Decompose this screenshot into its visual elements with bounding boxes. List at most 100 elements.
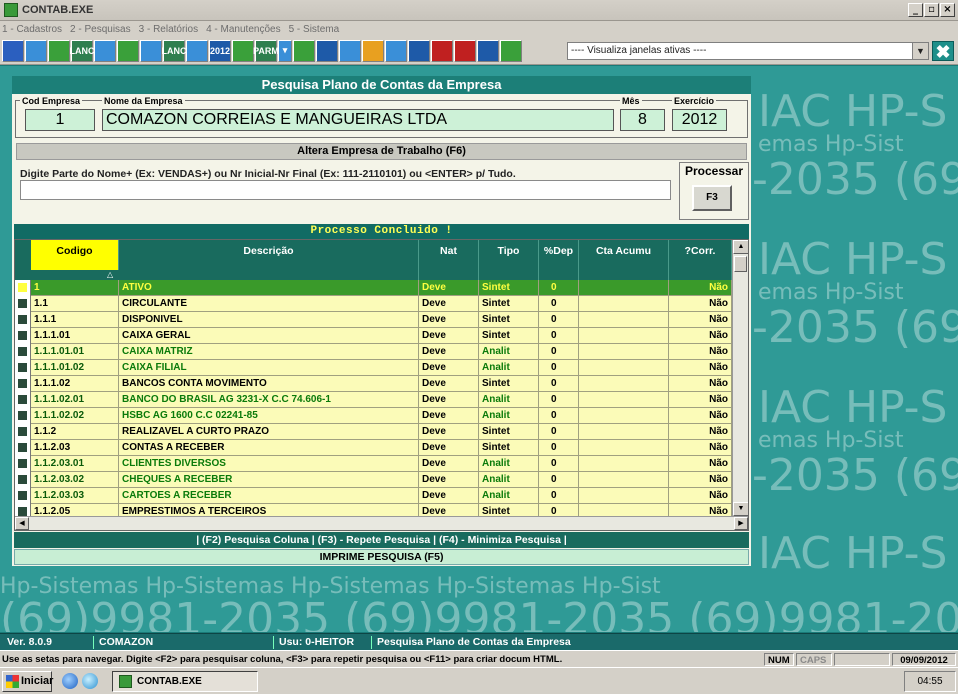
maximize-button[interactable]: ▫ [924, 3, 939, 17]
row-indicator[interactable] [15, 440, 31, 456]
row-indicator[interactable] [15, 328, 31, 344]
cell-corr: Não [669, 376, 732, 392]
column-nat[interactable]: Nat [419, 240, 479, 280]
edit-icon[interactable] [232, 39, 254, 62]
menu-relatorios[interactable]: 3 - Relatórios [139, 24, 198, 35]
start-button[interactable]: Iniciar [2, 671, 53, 692]
table-row[interactable]: 1.1.1.01 CAIXA GERAL Deve Sintet 0 Não [15, 328, 732, 344]
chevron-down-icon[interactable]: ▼ [912, 43, 928, 59]
chart-icon[interactable] [186, 39, 208, 62]
menu-cadastros[interactable]: 1 - Cadastros [2, 24, 62, 35]
cell-descricao: CIRCULANTE [119, 296, 419, 312]
monitor-icon[interactable] [385, 39, 407, 62]
menu-pesquisas[interactable]: 2 - Pesquisas [70, 24, 131, 35]
table-row[interactable]: 1.1.2.03 CONTAS A RECEBER Deve Sintet 0 Não [15, 440, 732, 456]
list-icon[interactable] [431, 39, 453, 62]
processar-button[interactable]: F3 [692, 185, 732, 211]
lanc2-icon[interactable]: LANC [162, 39, 187, 62]
scroll-up-icon[interactable]: ▲ [733, 240, 748, 254]
close-button[interactable]: × [940, 3, 955, 17]
menu-manutencoes[interactable]: 4 - Manutenções [206, 24, 281, 35]
active-windows-select[interactable]: ---- Visualiza janelas ativas ---- ▼ [567, 42, 929, 60]
row-indicator[interactable] [15, 280, 31, 296]
table-row[interactable]: 1.1.2.03.01 CLIENTES DIVERSOS Deve Analit 0 N… [15, 456, 732, 472]
vertical-scrollbar[interactable]: ▲ ▼ [732, 240, 748, 516]
column-dep[interactable]: %Dep [539, 240, 579, 280]
altera-empresa-button[interactable]: Altera Empresa de Trabalho (F6) [16, 143, 747, 160]
lanc-icon[interactable]: LANC [70, 39, 95, 62]
users-icon[interactable] [293, 39, 315, 62]
column-codigo[interactable]: Codigo [31, 240, 119, 270]
horizontal-scrollbar[interactable]: ◀ ▶ [15, 516, 748, 530]
browser-icon[interactable] [82, 673, 98, 689]
table-row[interactable]: 1.1.2 REALIZAVEL A CURTO PRAZO Deve Sintet 0… [15, 424, 732, 440]
nome-empresa-field[interactable]: COMAZON CORREIAS E MANGUEIRAS LTDA [102, 109, 614, 131]
close-all-icon[interactable]: ✖ [932, 41, 954, 62]
table-row[interactable]: 1.1.1.01.02 CAIXA FILIAL Deve Analit 0 Não [15, 360, 732, 376]
window-icon[interactable] [316, 39, 338, 62]
table-row[interactable]: 1.1.2.03.02 CHEQUES A RECEBER Deve Analit 0 N… [15, 472, 732, 488]
taskbar-contab[interactable]: CONTAB.EXE [112, 671, 258, 692]
row-indicator[interactable] [15, 376, 31, 392]
column-cta-acumu[interactable]: Cta Acumu [579, 240, 669, 280]
row-indicator[interactable] [15, 488, 31, 504]
scroll-down-icon[interactable]: ▼ [733, 502, 748, 516]
scroll-left-icon[interactable]: ◀ [15, 517, 29, 530]
cell-tipo: Analit [479, 408, 539, 424]
table-row[interactable]: 1.1.1.01.01 CAIXA MATRIZ Deve Analit 0 Não [15, 344, 732, 360]
cell-descricao: CONTAS A RECEBER [119, 440, 419, 456]
mes-field[interactable]: 8 [620, 109, 665, 131]
tools-icon[interactable] [48, 39, 70, 62]
table-row[interactable]: 1 ATIVO Deve Sintet 0 Não [15, 280, 732, 296]
num-lock-indicator: NUM [764, 653, 794, 666]
cell-nat: Deve [419, 392, 479, 408]
table-row[interactable]: 1.1.1.02.02 HSBC AG 1600 C.C 02241-85 Deve… [15, 408, 732, 424]
search-icon[interactable] [94, 39, 116, 62]
cod-empresa-field[interactable]: 1 [25, 109, 95, 131]
table-row[interactable]: 1.1.1 DISPONIVEL Deve Sintet 0 Não [15, 312, 732, 328]
minimize-button[interactable]: _ [908, 3, 923, 17]
clock: 04:55 [904, 671, 956, 692]
book-icon[interactable] [2, 39, 24, 62]
report-icon[interactable] [117, 39, 139, 62]
network-icon[interactable] [500, 39, 522, 62]
scroll-thumb[interactable] [734, 256, 747, 272]
download-icon[interactable] [454, 39, 476, 62]
table-row[interactable]: 1.1.1.02 BANCOS CONTA MOVIMENTO Deve Sintet… [15, 376, 732, 392]
table-row[interactable]: 1.1.1.02.01 BANCO DO BRASIL AG 3231-X C.C… [15, 392, 732, 408]
menu-sistema[interactable]: 5 - Sistema [289, 24, 340, 35]
lock-icon[interactable] [362, 39, 384, 62]
minimize-icon[interactable] [477, 39, 499, 62]
search-input[interactable] [20, 180, 671, 200]
user-icon[interactable] [25, 39, 47, 62]
calculator-icon[interactable] [339, 39, 361, 62]
company-label: COMAZON [96, 636, 274, 649]
row-indicator[interactable] [15, 344, 31, 360]
row-indicator[interactable] [15, 312, 31, 328]
parm-icon[interactable]: PARM [253, 39, 279, 62]
row-indicator[interactable] [15, 408, 31, 424]
imprime-pesquisa-button[interactable]: IMPRIME PESQUISA (F5) [14, 549, 749, 565]
row-indicator[interactable] [15, 456, 31, 472]
scroll-right-icon[interactable]: ▶ [734, 517, 748, 530]
row-indicator[interactable] [15, 392, 31, 408]
dropdown-icon[interactable]: ▾ [278, 39, 292, 62]
column-descricao[interactable]: Descrição [119, 240, 419, 280]
year-icon[interactable]: 2012 [209, 39, 231, 62]
accounts-grid[interactable]: Codigo Descrição Nat Tipo %Dep Cta Acumu… [14, 239, 749, 531]
row-indicator[interactable] [15, 424, 31, 440]
function-keys-bar: | (F2) Pesquisa Coluna | (F3) - Repete P… [14, 532, 749, 548]
exercicio-field[interactable]: 2012 [672, 109, 727, 131]
table-row[interactable]: 1.1 CIRCULANTE Deve Sintet 0 Não [15, 296, 732, 312]
table-row[interactable]: 1.1.2.03.03 CARTOES A RECEBER Deve Analit 0 N… [15, 488, 732, 504]
rocket-icon[interactable] [140, 39, 162, 62]
internet-explorer-icon[interactable] [62, 673, 78, 689]
row-indicator[interactable] [15, 360, 31, 376]
version-label: Ver. 8.0.9 [4, 636, 94, 649]
row-indicator[interactable] [15, 296, 31, 312]
column-tipo[interactable]: Tipo [479, 240, 539, 280]
cell-nat: Deve [419, 376, 479, 392]
refresh-icon[interactable] [408, 39, 430, 62]
row-indicator[interactable] [15, 472, 31, 488]
column-corr[interactable]: ?Corr. [669, 240, 732, 280]
